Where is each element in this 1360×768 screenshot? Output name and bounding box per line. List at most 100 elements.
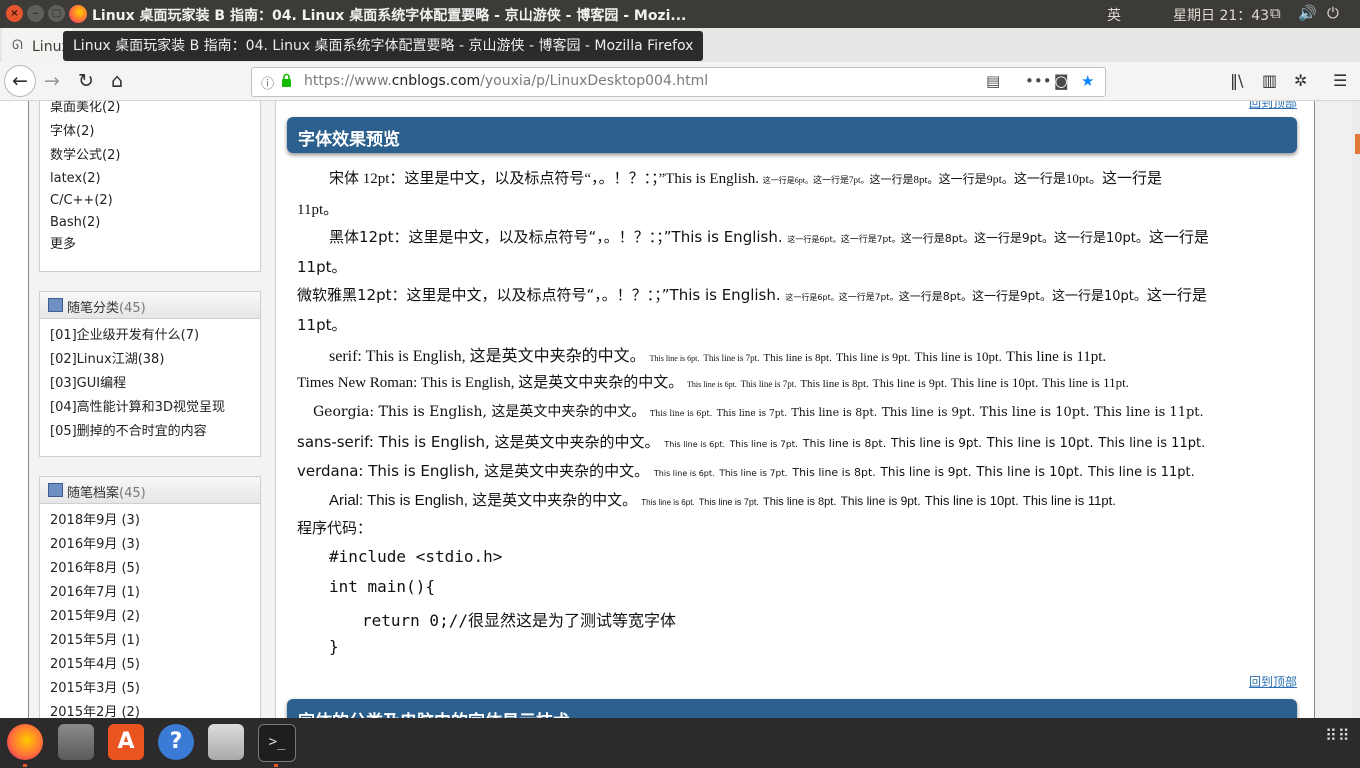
archive-item[interactable]: 2016年7月 (1): [40, 581, 260, 605]
category-item[interactable]: [01]企业级开发有什么(7): [40, 324, 260, 348]
serif-11pt: This line is 11pt.: [1005, 349, 1107, 365]
library-icon[interactable]: ‖\: [1230, 71, 1243, 90]
arial-6pt: This line is 6pt.: [641, 498, 695, 507]
tag-item[interactable]: 字体(2): [40, 120, 260, 144]
tab-current[interactable]: ᘏ Linux 桌面玩家装 B 指南：: [2, 28, 205, 62]
page-right-margin: [1315, 101, 1352, 718]
calendar-icon: [48, 483, 63, 497]
category-item[interactable]: [02]Linux江湖(38): [40, 348, 260, 372]
tag-item[interactable]: 数学公式(2): [40, 144, 260, 168]
category-item[interactable]: [04]高性能计算和3D视觉呈现: [40, 396, 260, 420]
song-11pt-wrap: 11pt。: [297, 202, 339, 218]
code-line: }: [329, 637, 339, 656]
section-heading-text: 字体效果预览: [298, 130, 400, 150]
cnblogs-favicon-icon: ᘏ: [12, 38, 23, 53]
yahei-10pt: 这一行是10pt。: [1051, 289, 1147, 304]
hei-8pt: 这一行是8pt。: [900, 232, 974, 245]
song-6pt: 这一行是6pt。: [762, 176, 813, 185]
tag-item[interactable]: Bash(2): [40, 212, 260, 234]
archive-title: 随笔档案: [67, 486, 120, 501]
help-icon[interactable]: ?: [158, 724, 194, 760]
times-10pt: This line is 10pt.: [950, 375, 1039, 390]
minimize-window-button[interactable]: –: [27, 5, 44, 22]
sansserif-sample-line: sans-serif: This is English, 这是英文中夹杂的中文。…: [297, 431, 1267, 452]
scrollbar-thumb[interactable]: [1355, 134, 1360, 154]
maximize-window-button[interactable]: □: [48, 5, 65, 22]
tag-item[interactable]: 桌面美化(2): [40, 101, 260, 120]
url-text[interactable]: https://www.cnblogs.com/youxia/p/LinuxDe…: [304, 73, 708, 89]
archive-item[interactable]: 2015年3月 (5): [40, 677, 260, 701]
show-applications-icon[interactable]: ⠿⠿: [1325, 728, 1350, 744]
yahei-11pt-wrap: 11pt。: [297, 316, 347, 334]
extension-icon[interactable]: ✲: [1294, 71, 1307, 90]
times-6pt: This line is 6pt.: [687, 380, 737, 389]
vertical-scrollbar[interactable]: [1352, 101, 1360, 718]
firefox-launcher-icon[interactable]: [7, 724, 43, 760]
reload-button[interactable]: ↻: [72, 67, 100, 95]
window-controls: × – □: [6, 5, 65, 22]
archive-item[interactable]: 2015年2月 (2): [40, 701, 260, 718]
software-center-icon[interactable]: A: [108, 724, 144, 760]
georgia-head: Georgia: This is English, 这是英文中夹杂的中文。: [313, 404, 646, 420]
category-item[interactable]: [05]删掉的不合时宜的内容: [40, 420, 260, 444]
category-item[interactable]: [03]GUI编程: [40, 372, 260, 396]
network-icon[interactable]: ⧉: [1270, 4, 1281, 22]
archive-item[interactable]: 2015年9月 (2): [40, 605, 260, 629]
sansserif-9pt: This line is 9pt.: [890, 436, 982, 450]
sidebar-toggle-icon[interactable]: ▥: [1262, 71, 1277, 90]
verdana-6pt: This line is 6pt.: [653, 469, 715, 478]
back-to-top-link[interactable]: 回到顶部: [1249, 673, 1297, 690]
arial-9pt: This line is 9pt.: [840, 494, 921, 508]
georgia-10pt: This line is 10pt.: [979, 405, 1090, 420]
yahei-11pt-a: 这一行是: [1146, 286, 1207, 304]
url-bar[interactable]: ⓘ https://www.cnblogs.com/youxia/p/Linux…: [251, 67, 1106, 97]
archive-item[interactable]: 2015年5月 (1): [40, 629, 260, 653]
tag-item[interactable]: latex(2): [40, 168, 260, 190]
tag-item[interactable]: C/C++(2): [40, 190, 260, 212]
hei-9pt: 这一行是9pt。: [974, 231, 1054, 245]
times-8pt: This line is 8pt.: [800, 378, 869, 390]
next-section-heading-text: 字体的分类及电脑中的字体显示技术: [298, 707, 570, 718]
serif-sample-line: serif: This is English, 这是英文中夹杂的中文。 This…: [297, 342, 1267, 366]
hamburger-menu-icon[interactable]: ☰: [1333, 71, 1347, 90]
song-sample-line: 宋体 12pt：这里是中文，以及标点符号“，。！？：；”This is Engl…: [297, 167, 1267, 188]
arial-11pt: This line is 11pt.: [1022, 493, 1116, 508]
sansserif-7pt: This line is 7pt.: [729, 440, 799, 450]
forward-button[interactable]: →: [38, 67, 66, 95]
serif-10pt: This line is 10pt.: [914, 349, 1002, 364]
pocket-icon[interactable]: ◙: [1054, 72, 1069, 90]
archive-item[interactable]: 2016年9月 (3): [40, 533, 260, 557]
serif-head: serif: This is English, 这是英文中夹杂的中文。: [329, 348, 646, 365]
files-launcher-icon[interactable]: [58, 724, 94, 760]
back-to-top-link[interactable]: 回到顶部: [1249, 101, 1297, 111]
yahei-8pt: 这一行是8pt。: [898, 290, 972, 303]
close-window-button[interactable]: ×: [6, 5, 23, 22]
lock-icon[interactable]: [281, 73, 292, 87]
article-content: 回到顶部 字体效果预览 宋体 12pt：这里是中文，以及标点符号“，。！？：；”…: [276, 101, 1314, 718]
home-button[interactable]: ⌂: [103, 67, 131, 95]
bookmark-star-icon[interactable]: ★: [1081, 72, 1094, 90]
hei-sample-line: 黑体12pt：这里是中文，以及标点符号“，。！？：；”This is Engli…: [297, 226, 1267, 247]
firefox-icon: [69, 5, 87, 23]
clock[interactable]: 星期日 21：43: [1173, 5, 1269, 25]
verdana-7pt: This line is 7pt.: [719, 469, 788, 479]
page-actions-button[interactable]: •••: [1025, 72, 1052, 90]
ubuntu-dock: A ? >_ ⠿⠿: [0, 718, 1360, 768]
site-info-icon[interactable]: ⓘ: [261, 73, 274, 92]
archive-item[interactable]: 2015年4月 (5): [40, 653, 260, 677]
georgia-7pt: This line is 7pt.: [716, 409, 787, 419]
yahei-6pt: 这一行是6pt。: [785, 293, 839, 302]
archive-item[interactable]: 2016年8月 (5): [40, 557, 260, 581]
power-icon[interactable]: ⏻: [1327, 4, 1339, 22]
reader-view-icon[interactable]: ▤: [986, 72, 1000, 90]
archive-item[interactable]: 2018年9月 (3): [40, 509, 260, 533]
back-button[interactable]: ←: [4, 65, 36, 97]
volume-icon[interactable]: 🔊: [1298, 4, 1317, 22]
tag-more-link[interactable]: 更多: [40, 234, 260, 256]
os-top-panel: × – □ Linux 桌面玩家装 B 指南：04. Linux 桌面系统字体配…: [0, 0, 1360, 28]
terminal-icon[interactable]: >_: [258, 724, 296, 762]
arial-7pt: This line is 7pt.: [698, 497, 759, 507]
disks-launcher-icon[interactable]: [208, 724, 244, 760]
serif-9pt: This line is 9pt.: [835, 350, 911, 364]
input-method-indicator[interactable]: 英: [1107, 5, 1121, 25]
